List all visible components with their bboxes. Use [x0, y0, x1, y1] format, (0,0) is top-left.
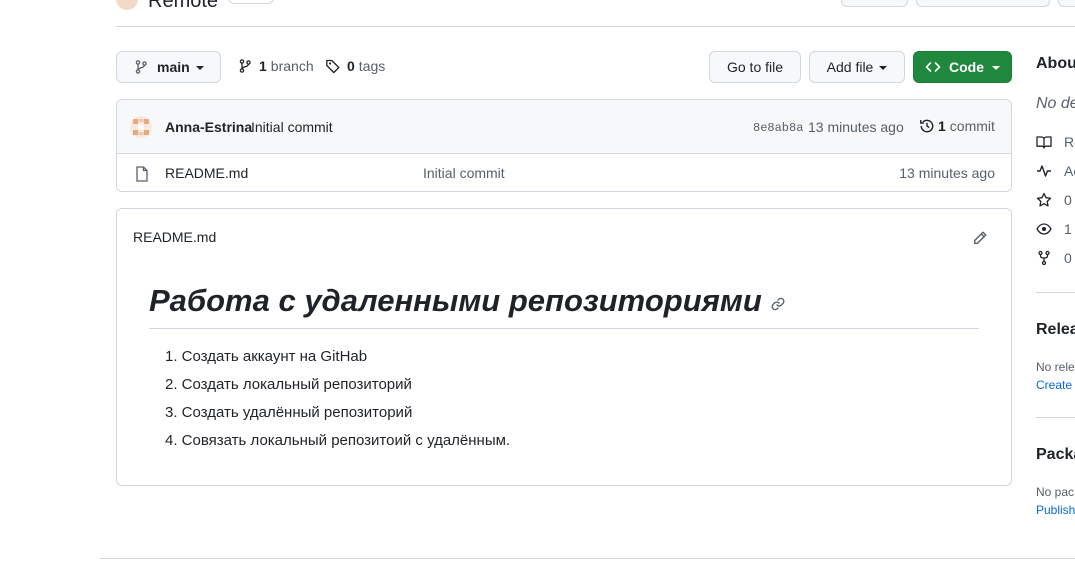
tags-count: 0	[347, 58, 355, 74]
branch-select-button[interactable]: main	[116, 51, 221, 83]
stars-count: 0	[1064, 192, 1072, 208]
tag-icon	[326, 59, 340, 74]
publish-package-link[interactable]: Publish	[1036, 503, 1075, 517]
file-name-link[interactable]: README.md	[165, 165, 248, 181]
git-branch-icon	[239, 59, 251, 73]
star-icon	[1036, 192, 1052, 207]
commit-author-link[interactable]: Anna-Estrina	[165, 119, 252, 135]
commit-sha-link[interactable]: 8e8ab8a	[753, 121, 803, 135]
star-button[interactable]	[1058, 0, 1075, 7]
visibility-badge	[228, 0, 274, 4]
divider	[1036, 292, 1075, 293]
forks-link[interactable]: 0	[1036, 250, 1072, 266]
pulse-icon	[1037, 165, 1051, 177]
branches-label: branch	[270, 58, 314, 74]
chevron-down-icon	[195, 66, 204, 70]
file-icon	[136, 166, 148, 182]
divider	[149, 328, 979, 329]
footer-divider	[100, 558, 1075, 559]
readme-heading: Работа с удаленными репозиториями	[149, 283, 786, 319]
list-item: 2. Создать локальный репозиторий	[165, 376, 412, 393]
latest-commit-row: Anna-Estrina Initial commit 8e8ab8a 13 m…	[117, 100, 1011, 154]
chevron-down-icon	[992, 66, 1000, 70]
link-icon[interactable]	[770, 296, 786, 312]
watchers-count: 1 v	[1064, 221, 1075, 237]
releases-title[interactable]: Relea	[1036, 321, 1075, 339]
eye-icon	[1036, 223, 1052, 235]
code-label: Code	[949, 59, 984, 75]
add-file-button[interactable]: Add file	[809, 51, 905, 83]
watchers-link[interactable]: 1 v	[1036, 221, 1075, 237]
git-branch-icon	[135, 60, 147, 74]
packages-title[interactable]: Packa	[1036, 446, 1075, 464]
file-list: Anna-Estrina Initial commit 8e8ab8a 13 m…	[116, 99, 1012, 192]
readme-link-label: Re	[1064, 134, 1075, 150]
stars-link[interactable]: 0	[1036, 192, 1072, 208]
go-to-file-button[interactable]: Go to file	[709, 51, 801, 83]
chevron-down-icon	[879, 66, 888, 70]
packages-empty-text: No pac	[1036, 485, 1075, 499]
branches-link[interactable]: 1 branch	[237, 58, 314, 74]
pencil-icon[interactable]	[972, 230, 988, 246]
create-release-link[interactable]: Create a	[1036, 378, 1075, 392]
readme-link[interactable]: Re	[1036, 134, 1075, 150]
go-to-file-label: Go to file	[726, 59, 784, 75]
commit-count-label: commit	[949, 118, 995, 134]
watch-button[interactable]	[841, 0, 908, 7]
list-item: 4. Совязать локальный репозитоий с удалё…	[165, 432, 511, 449]
history-icon	[920, 119, 934, 133]
file-row: README.md Initial commit 13 minutes ago	[117, 154, 1011, 191]
divider	[1036, 417, 1075, 418]
file-time: 13 minutes ago	[899, 165, 995, 181]
commit-message-link[interactable]: Initial commit	[251, 119, 333, 135]
code-button[interactable]: Code	[913, 51, 1012, 83]
readme-panel: README.md Работа с удаленными репозитори…	[116, 208, 1012, 486]
releases-empty-text: No rele	[1036, 360, 1075, 374]
about-description: No de	[1036, 95, 1075, 112]
tags-link[interactable]: 0 tags	[325, 58, 385, 74]
branches-count: 1	[259, 58, 267, 74]
about-title: Abou	[1036, 55, 1075, 72]
list-item: 3. Создать удалённый репозиторий	[165, 404, 413, 421]
repo-name[interactable]: Remote	[148, 0, 218, 13]
forks-count: 0	[1064, 250, 1072, 266]
activity-link[interactable]: Ac	[1036, 163, 1075, 179]
readme-list: 1. Создать аккаунт на GitHab 2. Создать …	[165, 348, 510, 460]
add-file-label: Add file	[826, 59, 874, 75]
file-commit-link[interactable]: Initial commit	[423, 165, 505, 181]
list-item: 1. Создать аккаунт на GitHab	[165, 348, 368, 365]
fork-button[interactable]	[916, 0, 1050, 7]
avatar[interactable]	[130, 116, 152, 138]
readme-heading-text: Работа с удаленными репозиториями	[149, 283, 762, 318]
branch-name: main	[157, 59, 190, 75]
tags-label: tags	[358, 58, 386, 74]
activity-link-label: Ac	[1064, 163, 1075, 179]
commit-count: 1	[938, 118, 946, 134]
code-icon	[925, 62, 941, 72]
readme-filename[interactable]: README.md	[133, 229, 216, 245]
fork-icon	[1038, 250, 1050, 266]
book-icon	[1036, 136, 1052, 149]
commit-time: 13 minutes ago	[808, 119, 904, 135]
commits-history-link[interactable]: 1 commit	[919, 118, 995, 134]
